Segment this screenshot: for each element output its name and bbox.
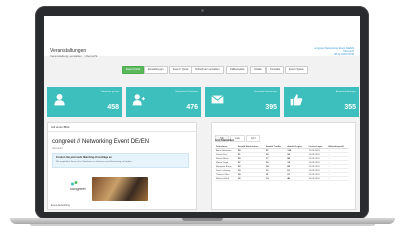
stat-label: Akzeptierte Anfragen [335, 91, 356, 93]
statistics-table: Teilnehmer Anzahl Nachrichten Anzahl Tre… [215, 145, 349, 181]
thumbs-up-icon [290, 94, 303, 106]
tab-grid[interactable]: Grid [245, 135, 261, 142]
stat-label: Registrierte Teilnehmer [175, 91, 198, 93]
event-info-line: 08.11.2018 09:00 [334, 53, 354, 57]
panel-footer-label: Event-Networking [51, 204, 70, 207]
table-title: Grid Statistiken [215, 139, 235, 142]
panel-heading: Auf einen Blick [48, 123, 196, 132]
table-cell: ... [327, 176, 349, 181]
info-notice: Fordern Sie jetzt mehr Matching-Vorschlä… [52, 153, 189, 168]
breadcrumb[interactable]: Veranstaltung verwalten · Übersicht [50, 54, 97, 58]
stat-tile-participants[interactable]: Teilnehmer gesamt 458 [47, 87, 122, 117]
table-cell: 12.09.2018 [307, 176, 328, 181]
laptop-foot [30, 224, 375, 226]
stat-value: 476 [186, 104, 198, 111]
event-overview-panel: Auf einen Blick congreet // Networking E… [47, 122, 197, 210]
add-user-icon [132, 94, 145, 106]
event-subtitle: Übersicht [52, 147, 63, 150]
toolbar: Event Portal Einstellungen Event / Quick… [44, 66, 360, 76]
envelope-icon [211, 95, 224, 104]
laptop-notch [182, 218, 223, 221]
event-quick-button[interactable]: Event / Quick [169, 66, 193, 74]
contacts-button[interactable]: Kontakte [266, 66, 285, 74]
laptop-screen: Veranstaltungen Veranstaltung verwalten … [44, 16, 360, 212]
stat-label: Teilnehmer gesamt [100, 91, 119, 93]
table-cell: 49 [286, 176, 308, 181]
stat-value: 355 [344, 104, 356, 111]
event-title: congreet // Networking Event DE/EN [52, 139, 150, 145]
notice-text: Wir empfehlen Ihnen, Ihre Teilnehmer zu … [56, 161, 133, 163]
case-studies-button[interactable]: Fallbeispiele [226, 66, 249, 74]
stat-value: 458 [107, 104, 119, 111]
content-button[interactable]: Inhalte [250, 66, 266, 74]
table-cell: 10 [265, 176, 287, 181]
stat-tile-messages[interactable]: Gesendete Nachrichten 395 [205, 87, 280, 117]
event-space-button[interactable]: Event Space [285, 66, 308, 74]
event-info: congreet Networking Event DE/EN Übersich… [314, 47, 354, 57]
svg-text:congreet: congreet [70, 186, 86, 191]
app-header: Veranstaltungen Veranstaltung verwalten … [44, 16, 360, 58]
statistics-panel: Tab Liste Grid Grid Statistiken Teilnehmer… [211, 122, 356, 210]
stat-label: Gesendete Nachrichten [254, 91, 277, 93]
table-row[interactable]: Michael Weiß 16 10 49 12.09.2018... [215, 176, 349, 181]
settings-button[interactable]: Einstellungen [144, 66, 168, 74]
stat-value: 395 [265, 104, 277, 111]
congreet-logo: congreet [70, 181, 86, 191]
table-cell: 16 [236, 176, 266, 181]
event-photo [92, 177, 148, 201]
stat-tile-accepted[interactable]: Akzeptierte Anfragen 355 [284, 87, 359, 117]
webcam [201, 9, 204, 12]
notice-title: Fordern Sie jetzt mehr Matching-Vorschlä… [56, 156, 112, 159]
table-cell: Michael Weiß [215, 176, 237, 181]
stat-tile-registered[interactable]: Registrierte Teilnehmer 476 [126, 87, 201, 117]
event-banner: congreet [70, 177, 150, 201]
panel-tabs: Tab Liste Grid [215, 126, 261, 142]
event-portal-button[interactable]: Event Portal [122, 66, 145, 74]
laptop-frame: Veranstaltungen Veranstaltung verwalten … [0, 0, 405, 240]
user-icon [54, 93, 65, 106]
manage-participants-button[interactable]: Teilnehmer verwalten [191, 66, 224, 74]
